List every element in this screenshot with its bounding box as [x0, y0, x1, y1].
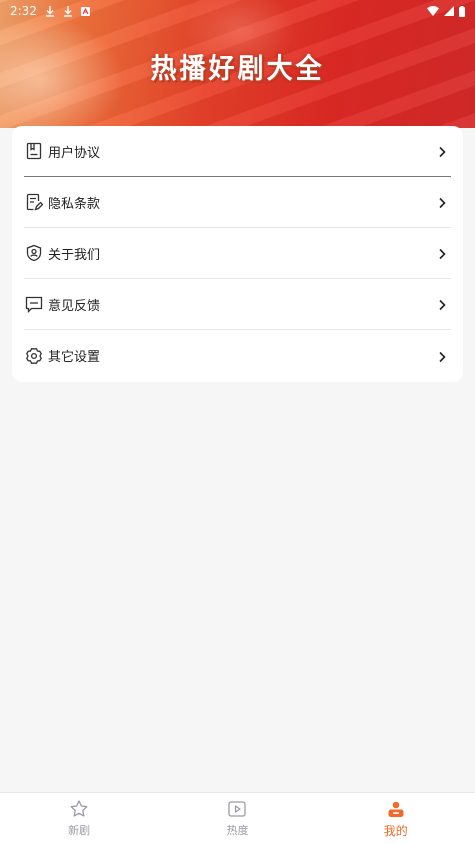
signal-icon [444, 6, 454, 16]
screen: 热播好剧大全 2:32 用户协议 隐私条款 关于我们 意见反馈 其它设置 新剧 … [0, 0, 475, 844]
wifi-icon [427, 6, 439, 16]
chevron-right-icon [435, 246, 449, 260]
menu-item-user-agreement[interactable]: 用户协议 [24, 126, 451, 177]
edit-document-icon [24, 192, 44, 212]
play-square-icon [227, 799, 247, 819]
message-icon [24, 294, 44, 314]
menu-item-label: 隐私条款 [48, 196, 101, 212]
tab-new-dramas[interactable]: 新剧 [39, 799, 119, 838]
settings-menu: 用户协议 隐私条款 关于我们 意见反馈 其它设置 [12, 126, 463, 382]
download-icon [63, 5, 73, 17]
menu-item-label: 其它设置 [48, 350, 101, 365]
banner-title: 热播好剧大全 [150, 53, 325, 85]
chevron-right-icon [435, 349, 449, 363]
user-icon [386, 799, 406, 819]
battery-icon [459, 5, 465, 17]
status-time: 2:32 [10, 4, 37, 18]
star-icon [69, 799, 89, 819]
menu-item-other-settings[interactable]: 其它设置 [24, 330, 451, 381]
status-bar: 2:32 [0, 0, 475, 22]
tab-trending[interactable]: 热度 [197, 799, 277, 838]
menu-item-label: 意见反馈 [48, 298, 101, 314]
menu-item-label: 关于我们 [48, 247, 101, 263]
shield-user-icon [24, 243, 44, 263]
tab-label: 热度 [226, 824, 249, 837]
download-icon [45, 5, 55, 17]
chevron-right-icon [435, 297, 449, 311]
menu-item-feedback[interactable]: 意见反馈 [24, 279, 451, 330]
app-notification-icon [80, 6, 90, 16]
chevron-right-icon [435, 144, 449, 158]
tab-label: 我的 [383, 823, 408, 838]
tab-mine[interactable]: 我的 [356, 799, 436, 839]
document-icon [24, 141, 44, 161]
menu-item-about-us[interactable]: 关于我们 [24, 228, 451, 279]
menu-item-label: 用户协议 [48, 145, 101, 161]
bottom-tab-bar: 新剧 热度 我的 [0, 792, 475, 844]
menu-item-privacy-policy[interactable]: 隐私条款 [24, 177, 451, 228]
settings-icon [24, 346, 44, 366]
tab-label: 新剧 [68, 824, 91, 837]
chevron-right-icon [435, 195, 449, 209]
